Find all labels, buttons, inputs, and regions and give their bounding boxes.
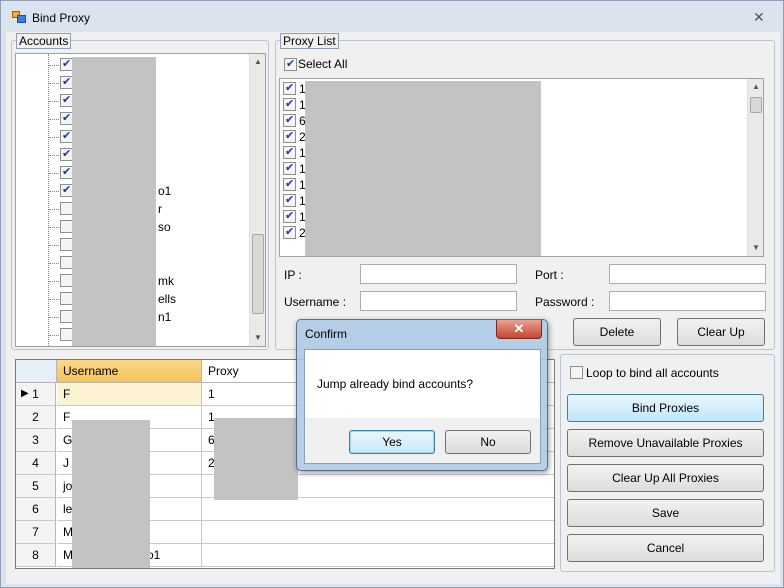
- proxy-checkbox[interactable]: [283, 145, 296, 159]
- proxy-checkbox[interactable]: [283, 225, 296, 239]
- clear-up-button[interactable]: Clear Up: [677, 318, 765, 346]
- proxy-checkbox[interactable]: [283, 209, 296, 223]
- proxy-checkbox[interactable]: [283, 113, 296, 127]
- accounts-scrollbar[interactable]: ▲ ▼: [249, 54, 265, 346]
- proxy-checkbox[interactable]: [283, 81, 296, 95]
- dialog-message-area: Jump already bind accounts?: [305, 350, 540, 418]
- row-header[interactable]: 4: [16, 452, 56, 475]
- account-label-suffix: mk: [158, 274, 174, 288]
- username-text: jo: [63, 479, 73, 493]
- actions-group: Loop to bind all accounts Bind Proxies R…: [560, 354, 775, 572]
- confirm-dialog: Confirm ✕ Jump already bind accounts? Ye…: [296, 319, 548, 471]
- scroll-up-icon[interactable]: ▲: [748, 79, 763, 95]
- column-header-username[interactable]: Username: [57, 360, 202, 383]
- proxy-checkbox[interactable]: [283, 177, 296, 191]
- row-number: 7: [32, 525, 39, 539]
- username-input[interactable]: [360, 291, 517, 311]
- username-text: F: [63, 387, 71, 401]
- row-header[interactable]: 3: [16, 429, 56, 452]
- password-label: Password :: [535, 295, 595, 309]
- ip-input[interactable]: [360, 264, 517, 284]
- row-header[interactable]: 2: [16, 406, 56, 429]
- clear-up-all-proxies-button[interactable]: Clear Up All Proxies: [567, 464, 764, 492]
- proxy-checkbox[interactable]: [283, 97, 296, 111]
- account-label-suffix: ells: [158, 292, 177, 306]
- redacted-block: [305, 81, 541, 256]
- username-text: F: [63, 410, 71, 424]
- dialog-message: Jump already bind accounts?: [317, 377, 474, 391]
- proxy-list-group: Proxy List Select All 1162111112 ▲ ▼ IP …: [275, 33, 775, 350]
- proxy-list-legend: Proxy List: [280, 33, 339, 49]
- row-header[interactable]: 5: [16, 475, 56, 498]
- proxy-checkbox[interactable]: [283, 161, 296, 175]
- cell-proxy[interactable]: [202, 521, 554, 544]
- username-text: J: [63, 456, 69, 470]
- row-number: 5: [32, 479, 39, 493]
- accounts-legend: Accounts: [16, 33, 72, 49]
- loop-label[interactable]: Loop to bind all accounts: [586, 366, 719, 380]
- yes-button[interactable]: Yes: [349, 430, 435, 454]
- scroll-thumb[interactable]: [252, 234, 264, 314]
- loop-checkbox[interactable]: [570, 366, 583, 379]
- title-bar: Bind Proxy ✕: [1, 1, 783, 33]
- remove-unavailable-proxies-button[interactable]: Remove Unavailable Proxies: [567, 429, 764, 457]
- accounts-group: Accounts FFCJjIMMo1MrMsoncSmkSellsTn1Z ▲…: [11, 33, 269, 350]
- proxy-text: 1: [208, 387, 215, 401]
- cancel-button[interactable]: Cancel: [567, 534, 764, 562]
- grid-corner[interactable]: [16, 360, 57, 383]
- close-icon[interactable]: ✕: [753, 9, 765, 26]
- username-text: le: [63, 502, 73, 516]
- username-text: G: [63, 433, 73, 447]
- dialog-body: Jump already bind accounts? Yes No: [304, 349, 541, 464]
- row-number: 8: [32, 548, 39, 562]
- row-header[interactable]: ▶ 1: [16, 383, 56, 406]
- row-number: 6: [32, 502, 39, 516]
- redacted-block: [214, 418, 298, 500]
- row-header[interactable]: 6: [16, 498, 56, 521]
- port-input[interactable]: [609, 264, 766, 284]
- row-number: 3: [32, 433, 39, 447]
- account-label-suffix: r: [158, 202, 162, 216]
- window-title: Bind Proxy: [32, 11, 91, 25]
- account-label-suffix: o1: [158, 184, 172, 198]
- row-number: 2: [32, 410, 39, 424]
- delete-button[interactable]: Delete: [573, 318, 661, 346]
- scroll-thumb[interactable]: [750, 97, 762, 113]
- proxy-scrollbar[interactable]: ▲ ▼: [747, 79, 763, 256]
- proxy-listbox[interactable]: 1162111112 ▲ ▼: [279, 78, 764, 257]
- select-all-checkbox[interactable]: [284, 57, 297, 71]
- save-button[interactable]: Save: [567, 499, 764, 527]
- dialog-title: Confirm: [305, 327, 348, 341]
- bind-proxies-button[interactable]: Bind Proxies: [567, 394, 764, 422]
- redacted-block: [72, 420, 150, 568]
- no-button[interactable]: No: [445, 430, 531, 454]
- account-label-suffix: n1: [158, 310, 172, 324]
- scroll-up-icon[interactable]: ▲: [250, 54, 265, 70]
- select-all-label[interactable]: Select All: [298, 57, 347, 71]
- current-row-arrow-icon: ▶: [21, 388, 29, 399]
- proxy-checkbox[interactable]: [283, 129, 296, 143]
- proxy-checkbox[interactable]: [283, 193, 296, 207]
- cell-proxy[interactable]: [202, 498, 554, 521]
- scroll-down-icon[interactable]: ▼: [250, 330, 265, 346]
- app-icon: [12, 11, 26, 23]
- cell-proxy[interactable]: [202, 544, 554, 567]
- redacted-block: [72, 57, 156, 346]
- bind-proxy-window: Bind Proxy ✕ Accounts FFCJjIMMo1MrMsoncS…: [0, 0, 784, 588]
- row-header[interactable]: 7: [16, 521, 56, 544]
- dialog-close-icon[interactable]: ✕: [496, 320, 542, 339]
- password-input[interactable]: [609, 291, 766, 311]
- row-number: 4: [32, 456, 39, 470]
- port-label: Port :: [535, 268, 564, 282]
- row-number: 1: [32, 387, 39, 401]
- ip-label: IP :: [284, 268, 302, 282]
- row-header[interactable]: 8: [16, 544, 56, 567]
- username-label: Username :: [284, 295, 347, 309]
- cell-username[interactable]: F: [57, 383, 202, 406]
- client-area: Accounts FFCJjIMMo1MrMsoncSmkSellsTn1Z ▲…: [6, 32, 780, 584]
- account-label-suffix: so: [158, 220, 171, 234]
- scroll-down-icon[interactable]: ▼: [748, 240, 763, 256]
- accounts-tree[interactable]: FFCJjIMMo1MrMsoncSmkSellsTn1Z ▲ ▼: [15, 53, 266, 347]
